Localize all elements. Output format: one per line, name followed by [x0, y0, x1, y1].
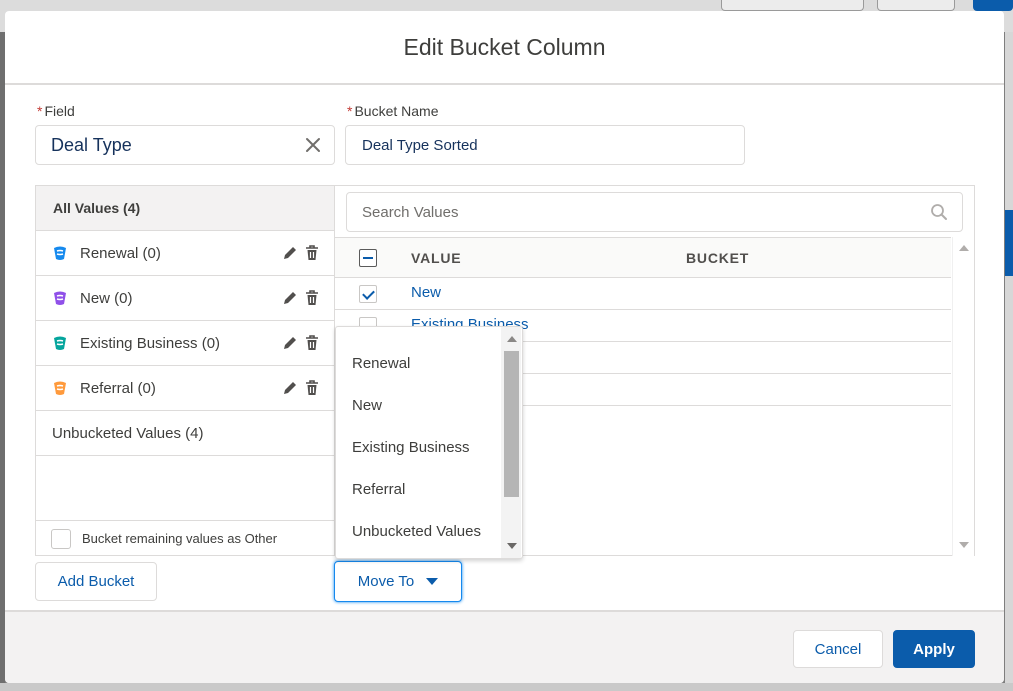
- background-button: [721, 0, 864, 11]
- bucket-item-label: Renewal (0): [80, 244, 161, 262]
- pencil-icon[interactable]: [282, 380, 298, 396]
- scroll-down-arrow-icon[interactable]: [959, 542, 969, 548]
- modal-footer: Cancel Apply: [5, 610, 1004, 683]
- bucket-item-referral[interactable]: Referral (0): [36, 366, 334, 411]
- bucket-icon: [54, 381, 66, 395]
- cancel-button[interactable]: Cancel: [793, 630, 883, 668]
- bucket-item-renewal[interactable]: Renewal (0): [36, 231, 334, 276]
- column-header-bucket: BUCKET: [686, 250, 750, 266]
- background-button-group: [877, 0, 955, 11]
- scroll-down-arrow-icon[interactable]: [507, 543, 517, 549]
- pencil-icon[interactable]: [282, 335, 298, 351]
- add-bucket-button[interactable]: Add Bucket: [35, 562, 157, 601]
- trash-icon[interactable]: [304, 380, 320, 396]
- table-row[interactable]: New: [335, 278, 951, 310]
- unbucketed-values-item[interactable]: Unbucketed Values (4): [36, 411, 334, 456]
- field-label: * Field: [37, 103, 75, 119]
- field-label-text: Field: [44, 103, 75, 119]
- bucket-name-value: Deal Type Sorted: [362, 136, 478, 154]
- scroll-up-arrow-icon[interactable]: [959, 245, 969, 251]
- bucket-icon: [54, 246, 66, 260]
- required-mark: *: [37, 103, 43, 119]
- bucket-name-label-text: Bucket Name: [354, 103, 439, 119]
- background-right: [1005, 32, 1013, 691]
- bucket-icon: [54, 336, 66, 350]
- bucket-item-new[interactable]: New (0): [36, 276, 334, 321]
- column-header-value: VALUE: [411, 250, 462, 266]
- apply-button[interactable]: Apply: [893, 630, 975, 668]
- move-to-dropdown: Renewal New Existing Business Referral U…: [335, 326, 523, 559]
- bucket-remaining-checkbox[interactable]: [51, 528, 71, 549]
- bucket-item-label: Existing Business (0): [80, 334, 221, 352]
- modal-header: Edit Bucket Column: [5, 11, 1004, 85]
- dropdown-option-existing-business[interactable]: Existing Business: [352, 439, 470, 456]
- search-icon: [931, 204, 947, 220]
- dropdown-option-renewal[interactable]: Renewal: [352, 355, 410, 372]
- row-checkbox[interactable]: [359, 285, 377, 303]
- modal-title: Edit Bucket Column: [403, 33, 606, 60]
- field-value: Deal Type: [51, 134, 132, 155]
- search-input[interactable]: Search Values: [346, 192, 963, 232]
- bucket-remaining-option[interactable]: Bucket remaining values as Other: [36, 520, 334, 556]
- pencil-icon[interactable]: [282, 290, 298, 306]
- dropdown-option-referral[interactable]: Referral: [352, 481, 405, 498]
- all-values-header[interactable]: All Values (4): [36, 186, 334, 231]
- background-bottom: [0, 683, 1013, 691]
- bucket-item-label: Referral (0): [80, 379, 156, 397]
- background-primary-button: [973, 0, 1013, 11]
- required-mark: *: [347, 103, 353, 119]
- bucket-item-existing-business[interactable]: Existing Business (0): [36, 321, 334, 366]
- field-combobox[interactable]: Deal Type: [35, 125, 335, 165]
- bucket-name-input[interactable]: Deal Type Sorted: [345, 125, 745, 165]
- move-to-button[interactable]: Move To: [334, 561, 462, 602]
- scrollbar-thumb[interactable]: [504, 351, 519, 497]
- search-placeholder: Search Values: [362, 203, 459, 221]
- bucket-name-label: * Bucket Name: [347, 103, 439, 119]
- bucket-icon: [54, 291, 66, 305]
- move-to-label: Move To: [357, 573, 415, 590]
- pencil-icon[interactable]: [282, 245, 298, 261]
- table-scrollbar[interactable]: [952, 237, 974, 556]
- bucket-remaining-label: Bucket remaining values as Other: [82, 531, 278, 546]
- trash-icon[interactable]: [304, 245, 320, 261]
- edit-bucket-modal: Edit Bucket Column * Field Deal Type * Buc…: [5, 11, 1004, 683]
- background-accent: [1005, 210, 1013, 276]
- clear-icon[interactable]: [304, 136, 322, 154]
- trash-icon[interactable]: [304, 335, 320, 351]
- row-value-link[interactable]: New: [411, 284, 441, 301]
- dropdown-scrollbar[interactable]: [501, 327, 521, 558]
- scroll-up-arrow-icon[interactable]: [507, 336, 517, 342]
- select-all-checkbox[interactable]: [359, 249, 377, 267]
- trash-icon[interactable]: [304, 290, 320, 306]
- bucket-list-panel: All Values (4) Renewal (0) New (0) Exist…: [35, 185, 335, 556]
- dropdown-option-unbucketed-values[interactable]: Unbucketed Values: [352, 523, 481, 540]
- bucket-item-label: New (0): [80, 289, 133, 307]
- table-header: VALUE BUCKET: [335, 237, 951, 278]
- caret-down-icon: [426, 578, 439, 585]
- dropdown-option-new[interactable]: New: [352, 397, 382, 414]
